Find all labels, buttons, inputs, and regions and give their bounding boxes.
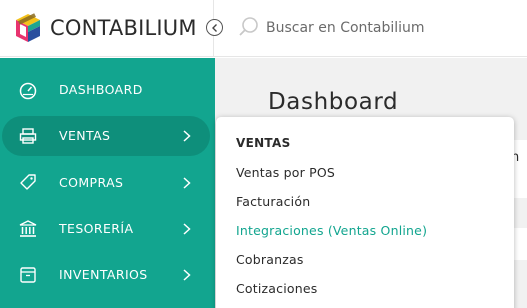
chevron-right-icon — [183, 269, 191, 281]
collapse-sidebar-button[interactable] — [206, 19, 223, 36]
search-input[interactable] — [266, 17, 516, 39]
sidebar-item-label: DASHBOARD — [59, 82, 143, 97]
sidebar-item-label: COMPRAS — [59, 175, 124, 190]
chevron-right-icon — [183, 223, 191, 235]
tag-icon — [20, 174, 36, 190]
chevron-left-icon — [212, 24, 217, 32]
submenu-item-ventas-por-pos[interactable]: Ventas por POS — [236, 165, 335, 180]
sidebar-item-label: VENTAS — [59, 128, 111, 143]
dashboard-gauge-icon — [19, 82, 37, 100]
sidebar-item-inventarios[interactable]: INVENTARIOS — [0, 255, 215, 295]
sidebar-item-tesoreria[interactable]: TESORERÍA — [0, 209, 215, 249]
submenu-item-integraciones[interactable]: Integraciones (Ventas Online) — [236, 223, 427, 238]
submenu-item-cobranzas[interactable]: Cobranzas — [236, 252, 304, 267]
chevron-right-icon — [183, 177, 191, 189]
box-icon — [20, 267, 36, 283]
sidebar-item-compras[interactable]: COMPRAS — [0, 163, 215, 203]
submenu-item-cotizaciones[interactable]: Cotizaciones — [236, 281, 318, 296]
contabilium-logo-icon — [16, 13, 40, 42]
sidebar-item-label: TESORERÍA — [59, 221, 134, 236]
sidebar-item-ventas[interactable]: VENTAS — [2, 116, 210, 156]
app-name: CONTABILIUM — [50, 16, 197, 40]
sidebar: DASHBOARD VENTAS COMPRAS TESORERÍA INVEN… — [0, 58, 215, 308]
chevron-right-icon — [183, 130, 191, 142]
sidebar-item-dashboard[interactable]: DASHBOARD — [0, 70, 215, 110]
sidebar-item-label: INVENTARIOS — [59, 267, 148, 282]
page-title: Dashboard — [268, 89, 399, 115]
top-bar: CONTABILIUM — [0, 0, 527, 57]
submenu-item-facturacion[interactable]: Facturación — [236, 194, 310, 209]
submenu-header: VENTAS — [236, 136, 291, 150]
logo-area[interactable]: CONTABILIUM — [0, 0, 214, 57]
ventas-submenu: VENTAS Ventas por POS Facturación Integr… — [216, 117, 514, 308]
bank-icon — [19, 220, 37, 237]
search-icon — [239, 17, 258, 36]
printer-icon — [19, 128, 37, 144]
